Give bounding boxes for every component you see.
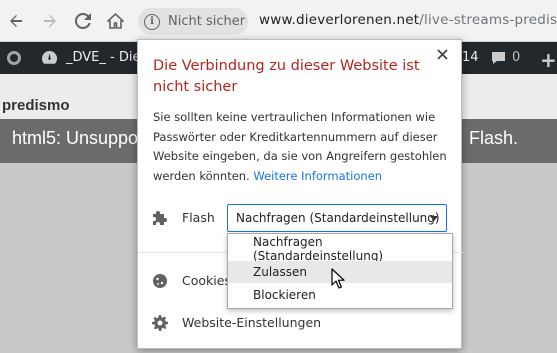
popup-description: Sie sollten keine vertraulichen Informat… [153, 108, 453, 186]
cookies-label[interactable]: Cookies [182, 273, 231, 288]
security-label: Nicht sicher [168, 14, 246, 29]
gear-icon [151, 314, 169, 332]
player-error-start: html5: Unsuppo [12, 128, 139, 148]
comments-item[interactable]: 0 [491, 50, 520, 65]
comments-count: 0 [512, 50, 521, 65]
close-button[interactable] [433, 45, 451, 63]
dashboard-icon [42, 50, 58, 64]
wordpress-logo-icon [7, 51, 21, 65]
reload-button[interactable] [71, 9, 95, 33]
plus-icon: + [540, 48, 557, 72]
arrow-left-icon [10, 15, 22, 27]
more-info-link[interactable]: Weitere Informationen [253, 169, 382, 183]
forward-button[interactable] [38, 9, 62, 33]
dropdown-option-ask[interactable]: Nachfragen (Standardeinstellung) [228, 235, 452, 263]
chevron-down-icon [430, 216, 438, 221]
cookie-icon [151, 272, 169, 290]
popup-title: Die Verbindung zu dieser Website ist nic… [153, 58, 420, 95]
flash-permission-select[interactable]: Nachfragen (Standardeinstellung) [227, 204, 447, 232]
wp-logo[interactable] [6, 50, 22, 66]
updates-item[interactable]: 14 [462, 50, 479, 65]
reload-icon [75, 13, 91, 29]
browser-toolbar: i Nicht sicher www.dieverlorenen.net/liv… [0, 0, 557, 42]
arrow-right-icon [44, 15, 56, 27]
updates-count: 14 [462, 50, 479, 65]
flash-label: Flash [182, 210, 215, 225]
info-icon: i [144, 13, 160, 30]
site-settings-link[interactable]: Website-Einstellungen [182, 315, 321, 330]
back-button[interactable] [4, 9, 28, 33]
puzzle-icon [151, 209, 169, 227]
mouse-cursor-icon [331, 268, 345, 289]
home-button[interactable] [103, 9, 127, 33]
close-icon [436, 48, 448, 60]
url-path: /live-streams-predismo/ [419, 12, 557, 28]
flash-selected-value: Nachfragen (Standardeinstellung) [236, 211, 440, 225]
comment-icon [492, 51, 505, 64]
address-bar[interactable]: www.dieverlorenen.net/live-streams-predi… [259, 12, 557, 28]
url-domain: www.dieverlorenen.net [259, 12, 420, 28]
new-content-button[interactable]: + [540, 48, 557, 72]
home-icon [106, 13, 124, 29]
security-chip[interactable]: i Nicht sicher [138, 8, 248, 35]
page-breadcrumb: predismo [2, 97, 70, 114]
player-error-end: Flash. [469, 128, 519, 148]
